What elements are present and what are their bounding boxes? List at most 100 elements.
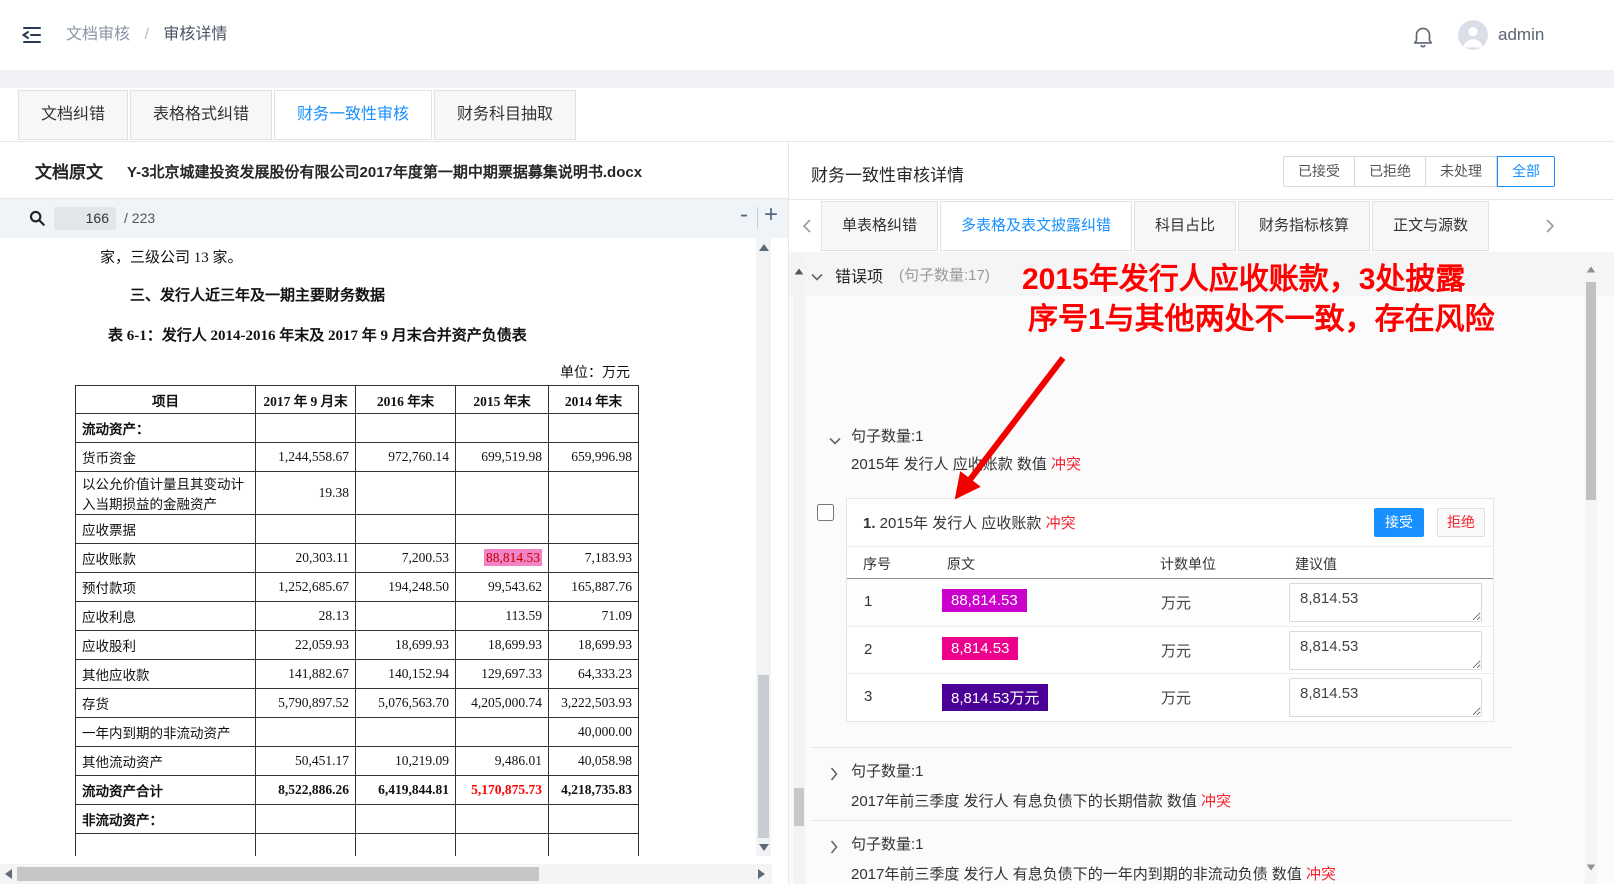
doc-table-item-label: 预付款项 xyxy=(76,573,256,602)
annotation-text-line1: 2015年发行人应收账款，3处披露 xyxy=(1022,254,1465,298)
status-filter-3[interactable]: 未处理 xyxy=(1426,156,1497,187)
error-item-3[interactable]: 句子数量:12017年前三季度 发行人 有息负债下的一年内到期的非流动负债 数值… xyxy=(811,820,1511,884)
review-right-scrollbar[interactable] xyxy=(1585,252,1597,884)
doc-table-value xyxy=(549,515,639,544)
review-tab-3[interactable]: 科目占比 xyxy=(1134,201,1236,251)
conflict-badge: 冲突 xyxy=(1201,793,1231,810)
suggested-value-input[interactable] xyxy=(1289,678,1482,717)
red-flagged-value: 5,170,875.73 xyxy=(471,782,542,797)
review-left-scrollbar[interactable] xyxy=(793,252,805,884)
document-unit-note: 单位：万元 xyxy=(560,362,630,382)
doc-table-value: 141,882.67 xyxy=(256,660,356,689)
original-value-chip[interactable]: 8,814.53万元 xyxy=(942,684,1048,711)
doc-table-value: 972,760.14 xyxy=(356,443,456,472)
doc-table-value: 194,248.50 xyxy=(356,573,456,602)
doc-table-value: 5,790,897.52 xyxy=(256,689,356,718)
review-tab-4[interactable]: 财务指标核算 xyxy=(1238,201,1370,251)
review-tab-5[interactable]: 正文与源数 xyxy=(1372,201,1489,251)
status-filter-2[interactable]: 已拒绝 xyxy=(1355,156,1426,187)
doc-table-value: 28.13 xyxy=(256,602,356,631)
menu-fold-icon[interactable] xyxy=(20,23,44,47)
accept-button[interactable]: 接受 xyxy=(1374,508,1424,537)
chevron-right-icon[interactable] xyxy=(829,840,839,854)
scrollbar-thumb[interactable] xyxy=(1586,282,1596,500)
document-vertical-scrollbar[interactable] xyxy=(756,238,771,856)
doc-table-value xyxy=(549,805,639,834)
original-value-chip[interactable]: 88,814.53 xyxy=(942,589,1027,612)
unit-label: 万元 xyxy=(1161,687,1191,708)
status-filter-1[interactable]: 已接受 xyxy=(1283,156,1355,187)
doc-table-value: 165,887.76 xyxy=(549,573,639,602)
doc-table-item-label: 存货 xyxy=(76,689,256,718)
scroll-left-arrow-icon[interactable] xyxy=(5,869,12,879)
scrollbar-thumb[interactable] xyxy=(794,788,804,826)
error-item-2[interactable]: 句子数量:12017年前三季度 发行人 有息负债下的长期借款 数值 冲突 xyxy=(811,747,1511,820)
doc-table-value: 22,059.93 xyxy=(256,631,356,660)
search-icon[interactable] xyxy=(28,209,46,227)
conflict-row-1: 188,814.53万元 xyxy=(847,579,1493,626)
review-tabs-row: 单表格纠错多表格及表文披露纠错科目占比财务指标核算正文与源数 xyxy=(789,200,1614,252)
doc-table-value: 113.59 xyxy=(456,602,549,631)
doc-table-value: 7,183.93 xyxy=(549,544,639,573)
doc-table-item-label: 以公允价值计量且其变动计入当期损益的金融资产 xyxy=(76,472,256,515)
doc-table-row: 应收票据 xyxy=(76,515,639,544)
doc-table-value xyxy=(256,515,356,544)
username[interactable]: admin xyxy=(1498,0,1544,70)
zoom-in-button[interactable]: + xyxy=(764,201,778,229)
module-tab-2[interactable]: 表格格式纠错 xyxy=(130,90,272,140)
tabs-scroll-left-icon[interactable] xyxy=(801,218,813,234)
scroll-right-arrow-icon[interactable] xyxy=(758,869,765,879)
scroll-up-arrow-icon[interactable] xyxy=(795,269,804,275)
review-tab-2[interactable]: 多表格及表文披露纠错 xyxy=(940,201,1132,251)
doc-table-column-header: 2016 年末 xyxy=(356,386,456,414)
app-root: 文档审核 / 审核详情 admin 文档纠错表格格式纠错财务一致性审核财务科目抽… xyxy=(0,0,1614,884)
doc-table-value: 18,699.93 xyxy=(356,631,456,660)
user-avatar[interactable] xyxy=(1458,20,1488,50)
doc-table-value: 20,303.11 xyxy=(256,544,356,573)
doc-table-column-header: 项目 xyxy=(76,386,256,414)
scroll-up-arrow-icon[interactable] xyxy=(759,244,769,251)
review-tab-1[interactable]: 单表格纠错 xyxy=(821,201,938,251)
document-source-label: 文档原文 xyxy=(35,158,103,183)
tabs-scroll-right-icon[interactable] xyxy=(1544,218,1556,234)
doc-table-value: 7,200.53 xyxy=(356,544,456,573)
status-filter-4[interactable]: 全部 xyxy=(1497,156,1555,187)
notification-bell-icon[interactable] xyxy=(1410,22,1436,50)
suggested-value-input[interactable] xyxy=(1289,631,1482,670)
toolbar-row: 文档纠错表格格式纠错财务一致性审核财务科目抽取 全选 批量接受 批量拒绝 审核完… xyxy=(0,88,1614,142)
document-canvas[interactable]: 家，三级公司 13 家。 三、发行人近三年及一期主要财务数据 表 6-1：发行人… xyxy=(0,238,756,856)
doc-table-column-header: 2015 年末 xyxy=(456,386,549,414)
document-table-caption: 表 6-1：发行人 2014-2016 年末及 2017 年 9 月末合并资产负… xyxy=(108,324,527,345)
suggested-value-input[interactable] xyxy=(1289,583,1482,622)
module-tab-3[interactable]: 财务一致性审核 xyxy=(274,90,432,140)
scroll-down-arrow-icon[interactable] xyxy=(759,844,769,851)
conflict-card-checkbox[interactable] xyxy=(817,504,834,521)
scrollbar-thumb[interactable] xyxy=(17,867,539,881)
scroll-down-arrow-icon[interactable] xyxy=(1587,865,1596,871)
doc-table-value: 10,219.09 xyxy=(356,747,456,776)
doc-table-value: 18,699.93 xyxy=(456,631,549,660)
conflict-row-2: 28,814.53万元 xyxy=(847,626,1493,673)
original-value-chip[interactable]: 8,814.53 xyxy=(942,637,1018,660)
scrollbar-thumb[interactable] xyxy=(758,675,769,838)
chevron-right-icon[interactable] xyxy=(829,767,839,781)
chevron-down-icon[interactable] xyxy=(829,432,841,442)
column-header-suggestion: 建议值 xyxy=(1295,554,1337,574)
zoom-out-button[interactable]: - xyxy=(740,201,748,229)
doc-table-row: 以公允价值计量且其变动计入当期损益的金融资产19.38 xyxy=(76,472,639,515)
reject-button[interactable]: 拒绝 xyxy=(1437,508,1485,537)
scroll-up-arrow-icon[interactable] xyxy=(1587,267,1596,273)
doc-table-value xyxy=(256,718,356,747)
document-horizontal-scrollbar[interactable] xyxy=(0,864,772,884)
breadcrumb-root[interactable]: 文档审核 xyxy=(66,26,130,43)
module-tab-4[interactable]: 财务科目抽取 xyxy=(434,90,576,140)
module-tab-1[interactable]: 文档纠错 xyxy=(18,90,128,140)
review-content: 错误项 (句子数量:17) 句子数量:1 2015年 发行人 应收账款 数值 冲… xyxy=(789,252,1614,884)
page-number-input[interactable]: 166 xyxy=(54,207,116,230)
doc-table-value: 18,699.93 xyxy=(549,631,639,660)
balance-sheet-table: 项目2017 年 9 月末2016 年末2015 年末2014 年末流动资产：货… xyxy=(75,385,639,856)
doc-table-value: 659,996.98 xyxy=(549,443,639,472)
chevron-down-icon[interactable] xyxy=(811,268,823,278)
doc-table-value xyxy=(356,602,456,631)
conflict-badge: 冲突 xyxy=(1051,456,1081,473)
